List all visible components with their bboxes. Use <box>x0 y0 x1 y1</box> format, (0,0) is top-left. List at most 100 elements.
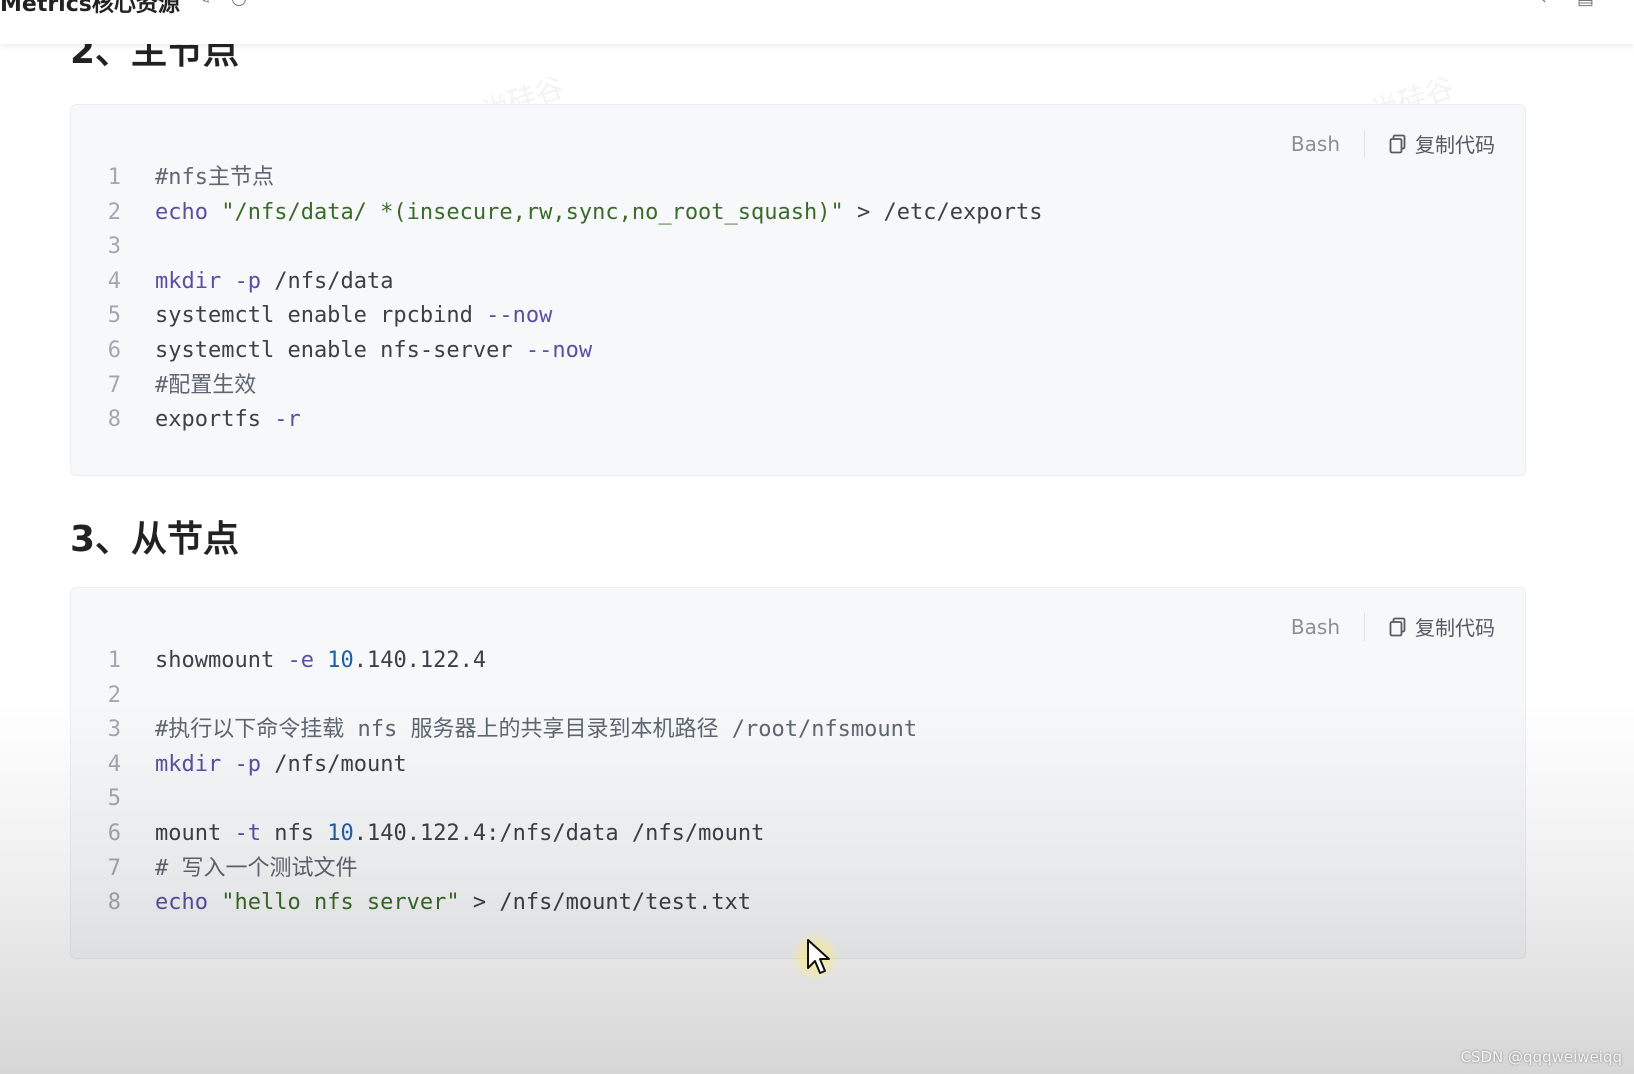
line-number: 4 <box>107 751 121 777</box>
code-token: /nfs/mount <box>260 751 407 777</box>
line-number: 3 <box>107 234 121 260</box>
cursor-arrow-icon <box>807 939 830 974</box>
edit-icon[interactable]: ✎ <box>196 0 231 9</box>
code-token: "hello nfs server" <box>221 890 460 916</box>
copy-code-button[interactable]: 复制代码 <box>1389 129 1495 158</box>
code-token: 10 <box>327 820 354 846</box>
code-line: 5 <box>71 782 917 817</box>
code-text: systemctl enable nfs-server --now <box>155 334 592 369</box>
line-number: 2 <box>107 199 121 225</box>
top-bar: Metrics核心资源 ✎◷ ‹▤ <box>0 0 1634 44</box>
code-text: exportfs -r <box>155 403 301 438</box>
mouse-cursor <box>792 934 838 982</box>
code-token: --now <box>525 337 593 363</box>
code-text: #执行以下命令挂载 nfs 服务器上的共享目录到本机路径 /root/nfsmo… <box>155 713 917 748</box>
line-number: 7 <box>107 855 121 881</box>
line-number: 1 <box>107 165 121 190</box>
code-token: #配置生效 <box>155 372 257 398</box>
code-token: -e <box>287 648 314 673</box>
code-token: 10 <box>327 648 354 673</box>
code-token: echo <box>155 199 208 225</box>
top-right-actions: ‹▤ <box>1540 0 1624 9</box>
title-actions: ✎◷ <box>196 0 267 9</box>
code-token: #执行以下命令挂载 nfs 服务器上的共享目录到本机路径 /root/nfsmo… <box>155 717 918 743</box>
code-header: Bash 复制代码 <box>1291 612 1495 641</box>
code-token: mount <box>155 820 235 846</box>
code-line: 2 <box>71 679 917 714</box>
line-number: 7 <box>107 372 121 398</box>
code-line: 1 #nfs主节点 <box>71 161 1042 196</box>
line-number: 1 <box>107 648 121 673</box>
chevron-left-icon[interactable]: ‹ <box>1540 0 1577 9</box>
code-text: # 写入一个测试文件 <box>155 852 358 887</box>
code-header: Bash 复制代码 <box>1291 129 1495 158</box>
line-number: 8 <box>107 890 121 916</box>
line-number: 3 <box>107 717 121 743</box>
code-token: # 写入一个测试文件 <box>155 855 358 881</box>
copy-code-button[interactable]: 复制代码 <box>1389 612 1495 641</box>
code-text: mkdir -p /nfs/mount <box>155 748 407 783</box>
line-number: 6 <box>107 337 121 363</box>
code-token: mkdir <box>155 751 222 777</box>
csdn-watermark: CSDN @qqqweiweiqq <box>1460 1048 1622 1066</box>
code-text: mkdir -p /nfs/data <box>155 265 393 300</box>
code-line: 3 <box>71 230 1042 265</box>
code-token: /nfs/data <box>260 268 394 294</box>
code-text: #配置生效 <box>155 369 256 404</box>
code-token: systemctl enable rpcbind <box>155 303 487 329</box>
code-line: 8 echo "hello nfs server" > /nfs/mount/te… <box>71 886 917 921</box>
page-icon[interactable]: ▤ <box>1577 0 1624 9</box>
line-number: 4 <box>107 268 121 294</box>
code-token: systemctl enable nfs-server <box>155 337 526 363</box>
copy-icon <box>1389 617 1406 636</box>
code-line: 4 mkdir -p /nfs/mount <box>71 748 917 783</box>
code-line: 3 #执行以下命令挂载 nfs 服务器上的共享目录到本机路径 /root/nfsm… <box>71 713 917 748</box>
code-text: #nfs主节点 <box>155 161 274 196</box>
code-token: -p <box>234 751 261 777</box>
code-token: > /etc/exports <box>843 199 1043 225</box>
line-number: 5 <box>107 786 121 812</box>
code-block-worker-node: Bash 复制代码 1 showmount -e 10.140.122.4 2 3 #执… <box>70 587 1526 959</box>
code-token: > /nfs/mount/test.txt <box>459 890 752 916</box>
code-token: exportfs <box>155 407 275 433</box>
code-token: echo <box>155 890 208 916</box>
code-text: systemctl enable rpcbind --now <box>155 299 552 334</box>
code-lines: 1 showmount -e 10.140.122.4 2 3 #执行以下命令挂载 nf… <box>71 644 917 921</box>
code-lines: 1 #nfs主节点 2 echo "/nfs/data/ *(insecure,rw,… <box>71 161 1043 438</box>
code-token: mkdir <box>155 268 222 294</box>
code-token: -t <box>234 820 261 846</box>
code-token: showmount <box>155 648 288 673</box>
header-divider <box>1364 129 1365 158</box>
code-token: "/nfs/data/ *(insecure,rw,sync,no_root_s… <box>221 199 844 225</box>
code-text: mount -t nfs 10.140.122.4:/nfs/data /nfs… <box>155 817 764 852</box>
section-title-worker-node: 3、从节点 <box>70 519 240 560</box>
line-number: 5 <box>107 303 121 329</box>
code-line: 7 # 写入一个测试文件 <box>71 852 917 887</box>
line-number: 2 <box>107 682 121 708</box>
copy-code-label: 复制代码 <box>1415 133 1495 157</box>
code-token: -p <box>234 268 261 294</box>
code-line: 6 mount -t nfs 10.140.122.4:/nfs/data /nf… <box>71 817 917 852</box>
code-token: .140.122.4:/nfs/data /nfs/mount <box>353 820 765 846</box>
code-line: 5 systemctl enable rpcbind --now <box>71 299 1042 334</box>
document-title: Metrics核心资源 <box>0 0 180 17</box>
clock-icon[interactable]: ◷ <box>231 0 267 9</box>
code-line: 1 showmount -e 10.140.122.4 <box>71 644 917 679</box>
header-divider <box>1364 612 1365 641</box>
code-token: #nfs主节点 <box>155 165 274 190</box>
line-number: 8 <box>107 407 121 433</box>
code-line: 2 echo "/nfs/data/ *(insecure,rw,sync,no_… <box>71 196 1043 231</box>
code-line: 7 #配置生效 <box>71 369 1042 404</box>
language-label: Bash <box>1290 614 1340 639</box>
copy-code-label: 复制代码 <box>1415 616 1495 640</box>
code-block-master-node: Bash 复制代码 1 #nfs主节点 2 echo "/nfs/data/ *(in… <box>70 104 1526 476</box>
code-line: 6 systemctl enable nfs-server --now <box>71 334 1042 369</box>
language-label: Bash <box>1290 131 1340 156</box>
code-token: --now <box>486 303 553 329</box>
code-token: nfs <box>260 820 328 846</box>
